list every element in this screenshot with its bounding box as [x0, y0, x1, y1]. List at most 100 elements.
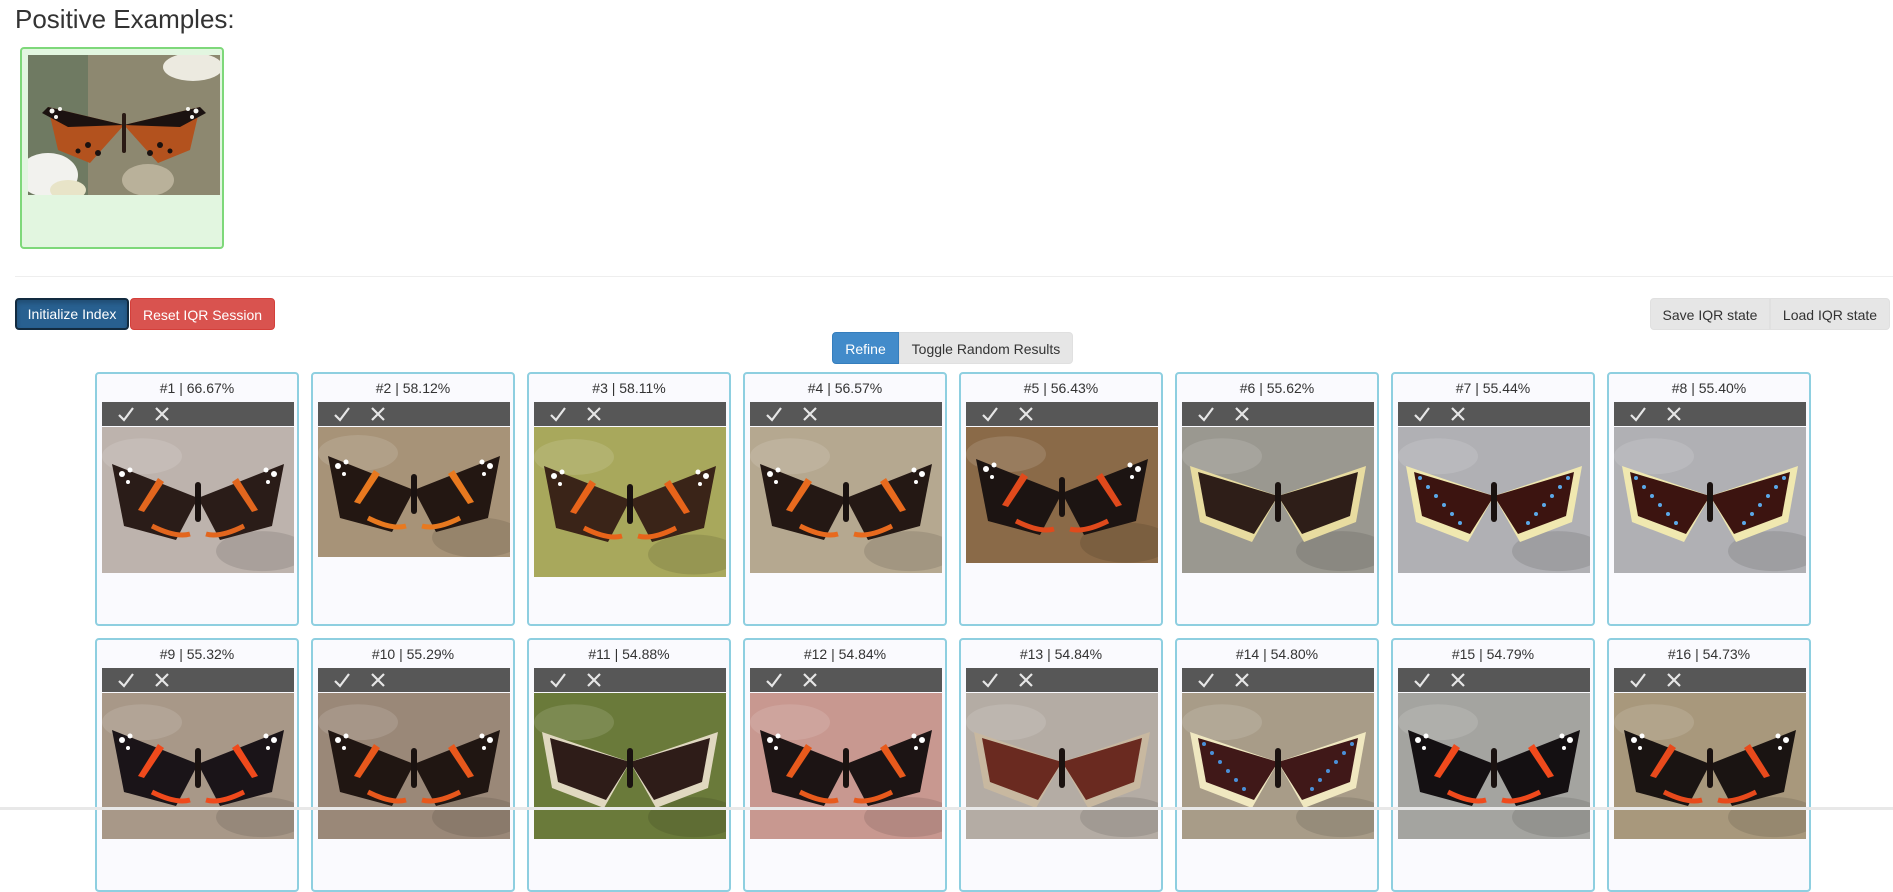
- close-icon[interactable]: [1664, 404, 1684, 424]
- close-icon[interactable]: [1016, 404, 1036, 424]
- vote-bar: [1614, 402, 1806, 426]
- check-icon[interactable]: [1412, 404, 1432, 424]
- vote-bar: [318, 402, 510, 426]
- vote-bar: [102, 668, 294, 692]
- load-iqr-state-button[interactable]: Load IQR state: [1770, 298, 1890, 330]
- check-icon[interactable]: [980, 670, 1000, 690]
- result-card[interactable]: #9 | 55.32%: [95, 638, 299, 892]
- result-rank-score: #16 | 54.73%: [1667, 646, 1751, 662]
- vote-bar: [1398, 668, 1590, 692]
- positive-example-card[interactable]: [20, 47, 224, 249]
- red-admiral-butterfly-image: [318, 427, 510, 557]
- close-icon[interactable]: [584, 670, 604, 690]
- result-rank-score: #6 | 55.62%: [1239, 380, 1315, 396]
- positive-example-image: [28, 55, 220, 195]
- result-card[interactable]: #2 | 58.12%: [311, 372, 515, 626]
- check-icon[interactable]: [764, 670, 784, 690]
- initialize-index-button[interactable]: Initialize Index: [15, 298, 129, 330]
- result-rank-score: #14 | 54.80%: [1235, 646, 1319, 662]
- result-rank-score: #10 | 55.29%: [371, 646, 455, 662]
- vote-bar: [1182, 402, 1374, 426]
- section-divider: [15, 276, 1893, 277]
- result-card[interactable]: #16 | 54.73%: [1607, 638, 1811, 892]
- check-icon[interactable]: [1196, 404, 1216, 424]
- result-card[interactable]: #15 | 54.79%: [1391, 638, 1595, 892]
- check-icon[interactable]: [332, 670, 352, 690]
- result-rank-score: #2 | 58.12%: [375, 380, 451, 396]
- positive-examples-title: Positive Examples:: [15, 4, 235, 34]
- close-icon[interactable]: [368, 404, 388, 424]
- close-icon[interactable]: [152, 404, 172, 424]
- result-card[interactable]: #4 | 56.57%: [743, 372, 947, 626]
- close-icon[interactable]: [584, 404, 604, 424]
- result-card[interactable]: #11 | 54.88%: [527, 638, 731, 892]
- close-icon[interactable]: [1448, 670, 1468, 690]
- close-icon[interactable]: [1232, 404, 1252, 424]
- close-icon[interactable]: [368, 670, 388, 690]
- vote-bar: [534, 402, 726, 426]
- check-icon[interactable]: [764, 404, 784, 424]
- check-icon[interactable]: [116, 404, 136, 424]
- red-admiral-butterfly-image: [750, 427, 942, 573]
- result-card[interactable]: #8 | 55.40%: [1607, 372, 1811, 626]
- close-icon[interactable]: [152, 670, 172, 690]
- check-icon[interactable]: [1412, 670, 1432, 690]
- red-admiral-butterfly-image: [318, 693, 510, 839]
- mourning-cloak-butterfly-image: [1398, 427, 1590, 573]
- result-card[interactable]: #13 | 54.84%: [959, 638, 1163, 892]
- check-icon[interactable]: [332, 404, 352, 424]
- result-card[interactable]: #5 | 56.43%: [959, 372, 1163, 626]
- red-admiral-butterfly-image: [1614, 693, 1806, 839]
- vote-bar: [750, 402, 942, 426]
- check-icon[interactable]: [1196, 670, 1216, 690]
- result-rank-score: #11 | 54.88%: [588, 646, 670, 662]
- red-admiral-butterfly-image: [102, 693, 294, 839]
- red-admiral-butterfly-image: [102, 427, 294, 573]
- result-card[interactable]: #1 | 66.67%: [95, 372, 299, 626]
- vote-bar: [1398, 402, 1590, 426]
- result-card[interactable]: #3 | 58.11%: [527, 372, 731, 626]
- mourning-cloak-butterfly-image: [966, 693, 1158, 839]
- red-admiral-butterfly-image: [750, 693, 942, 839]
- result-card[interactable]: #14 | 54.80%: [1175, 638, 1379, 892]
- check-icon[interactable]: [1628, 670, 1648, 690]
- red-admiral-butterfly-image: [1398, 693, 1590, 839]
- result-card[interactable]: #6 | 55.62%: [1175, 372, 1379, 626]
- check-icon[interactable]: [1628, 404, 1648, 424]
- toggle-random-results-button[interactable]: Toggle Random Results: [899, 332, 1073, 364]
- vote-bar: [534, 668, 726, 692]
- reset-iqr-session-button[interactable]: Reset IQR Session: [130, 298, 275, 330]
- result-rank-score: #4 | 56.57%: [807, 380, 883, 396]
- close-icon[interactable]: [1232, 670, 1252, 690]
- mourning-cloak-butterfly-image: [1182, 693, 1374, 839]
- save-iqr-state-button[interactable]: Save IQR state: [1650, 298, 1770, 330]
- result-card[interactable]: #12 | 54.84%: [743, 638, 947, 892]
- vote-bar: [318, 668, 510, 692]
- result-rank-score: #13 | 54.84%: [1019, 646, 1103, 662]
- close-icon[interactable]: [1016, 670, 1036, 690]
- vote-bar: [966, 668, 1158, 692]
- result-rank-score: #12 | 54.84%: [803, 646, 887, 662]
- result-card[interactable]: #7 | 55.44%: [1391, 372, 1595, 626]
- check-icon[interactable]: [548, 404, 568, 424]
- check-icon[interactable]: [548, 670, 568, 690]
- result-rank-score: #1 | 66.67%: [159, 380, 235, 396]
- vote-bar: [1182, 668, 1374, 692]
- mourning-cloak-butterfly-image: [1614, 427, 1806, 573]
- check-icon[interactable]: [980, 404, 1000, 424]
- close-icon[interactable]: [1448, 404, 1468, 424]
- result-rank-score: #5 | 56.43%: [1023, 380, 1099, 396]
- refine-button[interactable]: Refine: [832, 332, 899, 364]
- result-rank-score: #9 | 55.32%: [159, 646, 235, 662]
- close-icon[interactable]: [800, 404, 820, 424]
- result-rank-score: #8 | 55.40%: [1671, 380, 1747, 396]
- red-admiral-butterfly-image: [966, 427, 1158, 563]
- check-icon[interactable]: [116, 670, 136, 690]
- vote-bar: [102, 402, 294, 426]
- result-rank-score: #15 | 54.79%: [1451, 646, 1535, 662]
- vote-bar: [966, 402, 1158, 426]
- close-icon[interactable]: [800, 670, 820, 690]
- close-icon[interactable]: [1664, 670, 1684, 690]
- mourning-cloak-butterfly-image: [534, 693, 726, 839]
- result-card[interactable]: #10 | 55.29%: [311, 638, 515, 892]
